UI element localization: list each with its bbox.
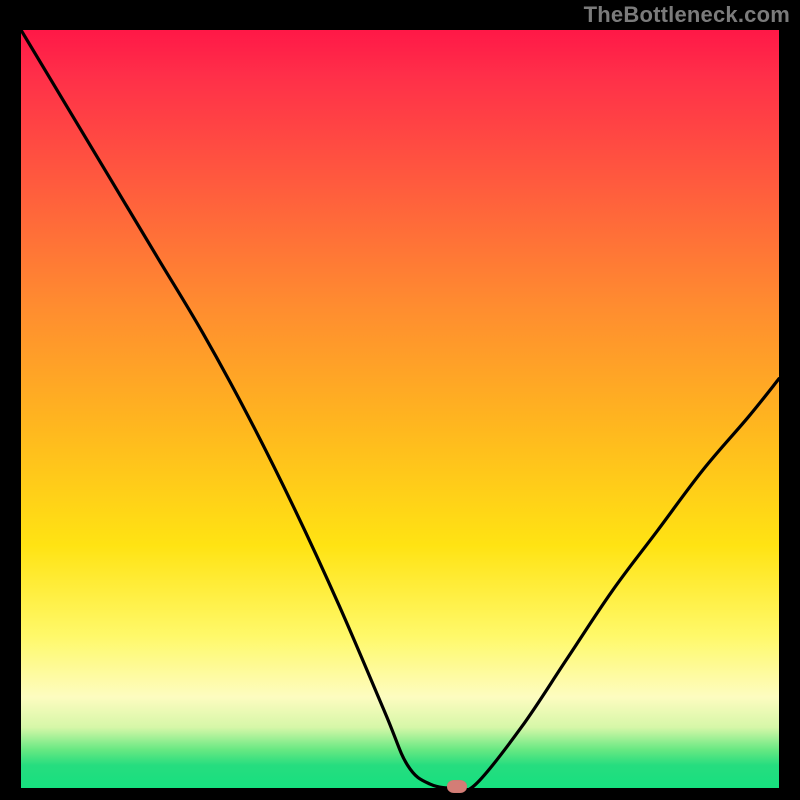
chart-frame: TheBottleneck.com [0,0,800,800]
bottleneck-curve [21,30,779,788]
plot-area [21,30,779,788]
optimal-point-marker [447,780,467,793]
attribution-label: TheBottleneck.com [584,2,790,28]
